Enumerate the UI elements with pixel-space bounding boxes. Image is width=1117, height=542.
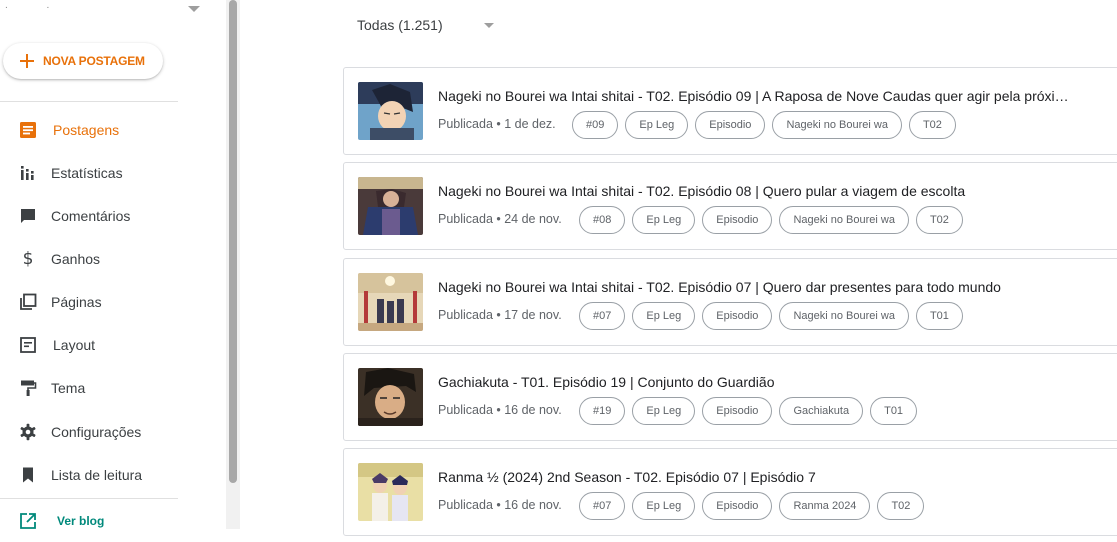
post-row[interactable]: Nageki no Bourei wa Intai shitai - T02. …	[343, 67, 1117, 155]
post-labels: #07 Ep Leg Episodio Nageki no Bourei wa …	[579, 302, 963, 330]
sidebar: . . NOVA POSTAGEM Postagens Estatísticas…	[0, 0, 226, 529]
post-row[interactable]: Nageki no Bourei wa Intai shitai - T02. …	[343, 162, 1117, 250]
label-chip[interactable]: Ep Leg	[625, 111, 689, 139]
gear-icon	[19, 423, 37, 441]
sidebar-item-posts[interactable]: Postagens	[0, 112, 200, 148]
post-status: Publicada • 24 de nov.	[438, 212, 562, 226]
label-chip[interactable]: #09	[572, 111, 619, 139]
label-chip[interactable]: T01	[915, 302, 963, 330]
post-thumbnail	[358, 368, 423, 426]
sidebar-item-label: Estatísticas	[51, 165, 123, 181]
label-chip[interactable]: #08	[579, 206, 626, 234]
label-chip[interactable]: Ep Leg	[632, 206, 696, 234]
label-chip[interactable]: T02	[908, 111, 956, 139]
sidebar-item-pages[interactable]: Páginas	[0, 284, 200, 320]
label-chip[interactable]: Gachiakuta	[779, 397, 864, 425]
label-chip[interactable]: T02	[877, 492, 925, 520]
sidebar-item-layout[interactable]: Layout	[0, 327, 200, 363]
label-chip[interactable]: Ep Leg	[632, 397, 696, 425]
blog-selector[interactable]: . .	[5, 0, 67, 11]
label-chip[interactable]: Nageki no Bourei wa	[779, 302, 909, 330]
label-chip[interactable]: Ranma 2024	[779, 492, 871, 520]
post-labels: #09 Ep Leg Episodio Nageki no Bourei wa …	[572, 111, 956, 139]
label-chip[interactable]: Episodio	[702, 302, 773, 330]
post-title[interactable]: Ranma ½ (2024) 2nd Season - T02. Episódi…	[438, 469, 1078, 485]
post-filter-label: Todas (1.251)	[357, 17, 443, 33]
label-chip[interactable]: Episodio	[702, 492, 773, 520]
post-status: Publicada • 17 de nov.	[438, 308, 562, 322]
post-thumbnail	[358, 273, 423, 331]
post-row[interactable]: Nageki no Bourei wa Intai shitai - T02. …	[343, 258, 1117, 346]
label-chip[interactable]: T01	[870, 397, 918, 425]
label-chip[interactable]: T02	[915, 206, 963, 234]
post-labels: #07 Ep Leg Episodio Ranma 2024 T02	[579, 492, 925, 520]
label-chip[interactable]: Episodio	[702, 397, 773, 425]
label-chip[interactable]: Nageki no Bourei wa	[772, 111, 902, 139]
divider	[0, 498, 178, 499]
post-thumbnail	[358, 177, 423, 235]
label-chip[interactable]: #19	[579, 397, 626, 425]
sidebar-item-label: Páginas	[51, 294, 102, 310]
post-row[interactable]: Gachiakuta - T01. Episódio 19 | Conjunto…	[343, 353, 1117, 441]
post-title[interactable]: Gachiakuta - T01. Episódio 19 | Conjunto…	[438, 374, 1078, 390]
label-chip[interactable]: Ep Leg	[632, 302, 696, 330]
posts-icon	[19, 121, 37, 139]
plus-icon	[19, 53, 35, 69]
open-external-icon	[19, 512, 37, 530]
post-filter-dropdown[interactable]: Todas (1.251)	[357, 17, 443, 37]
bookmark-icon	[19, 466, 37, 484]
layout-icon	[19, 336, 37, 354]
post-status: Publicada • 1 de dez.	[438, 117, 556, 131]
post-row[interactable]: Ranma ½ (2024) 2nd Season - T02. Episódi…	[343, 448, 1117, 536]
post-title[interactable]: Nageki no Bourei wa Intai shitai - T02. …	[438, 88, 1078, 104]
sidebar-item-theme[interactable]: Tema	[0, 370, 200, 406]
new-post-label: NOVA POSTAGEM	[43, 54, 145, 68]
sidebar-item-stats[interactable]: Estatísticas	[0, 155, 200, 191]
pages-icon	[19, 293, 37, 311]
post-title[interactable]: Nageki no Bourei wa Intai shitai - T02. …	[438, 183, 1078, 199]
label-chip[interactable]: #07	[579, 492, 626, 520]
sidebar-item-label: Layout	[53, 337, 96, 353]
dollar-icon: $	[22, 249, 34, 269]
divider	[0, 101, 178, 102]
sidebar-item-label: Tema	[51, 380, 86, 396]
new-post-button[interactable]: NOVA POSTAGEM	[3, 43, 163, 79]
sidebar-item-label: Ganhos	[51, 251, 101, 267]
label-chip[interactable]: #07	[579, 302, 626, 330]
post-thumbnail	[358, 463, 423, 521]
blog-selector-caret-icon[interactable]	[188, 6, 200, 12]
sidebar-item-label: Postagens	[53, 122, 120, 138]
post-labels: #19 Ep Leg Episodio Gachiakuta T01	[579, 397, 918, 425]
comments-icon	[19, 207, 37, 225]
post-thumbnail	[358, 82, 423, 140]
chevron-down-icon[interactable]	[484, 23, 494, 28]
view-blog-label: Ver blog	[57, 514, 105, 528]
sidebar-item-settings[interactable]: Configurações	[0, 414, 200, 450]
sidebar-item-label: Configurações	[51, 424, 142, 440]
post-title[interactable]: Nageki no Bourei wa Intai shitai - T02. …	[438, 279, 1078, 295]
post-status: Publicada • 16 de nov.	[438, 403, 562, 417]
sidebar-item-comments[interactable]: Comentários	[0, 198, 200, 234]
sidebar-item-earnings[interactable]: $ Ganhos	[0, 241, 200, 277]
post-status: Publicada • 16 de nov.	[438, 498, 562, 512]
sidebar-item-label: Lista de leitura	[51, 467, 143, 483]
sidebar-item-reading-list[interactable]: Lista de leitura	[0, 457, 200, 493]
label-chip[interactable]: Episodio	[695, 111, 766, 139]
sidebar-item-label: Comentários	[51, 208, 131, 224]
view-blog-link[interactable]: Ver blog	[0, 506, 200, 542]
paint-roller-icon	[19, 379, 37, 397]
label-chip[interactable]: Nageki no Bourei wa	[779, 206, 909, 234]
sidebar-scrollbar-thumb[interactable]	[229, 0, 237, 483]
stats-icon	[19, 164, 37, 182]
post-labels: #08 Ep Leg Episodio Nageki no Bourei wa …	[579, 206, 963, 234]
label-chip[interactable]: Episodio	[702, 206, 773, 234]
label-chip[interactable]: Ep Leg	[632, 492, 696, 520]
